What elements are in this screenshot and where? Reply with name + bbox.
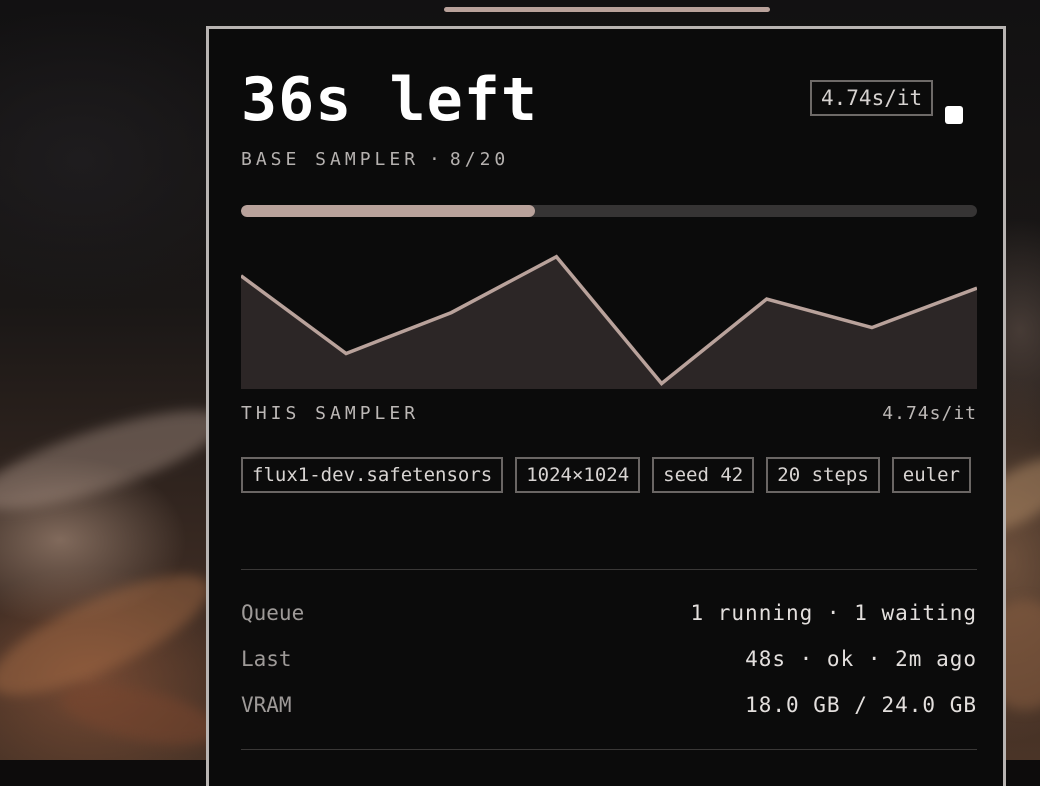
generation-progress-card: 36s left 4.74s/it BASE SAMPLER·8/20 THIS… (206, 26, 1006, 786)
sampler-speed-area (241, 257, 977, 389)
stats-divider-top (241, 569, 977, 570)
stats-row-last: Last 48s · ok · 2m ago (241, 644, 977, 674)
sampler-chart-rate: 4.74s/it (882, 403, 977, 424)
model-tags: flux1-dev.safetensors 1024×1024 seed 42 20 … (241, 457, 977, 493)
stage-label: BASE SAMPLER·8/20 (241, 149, 509, 170)
stage-name: BASE SAMPLER (241, 149, 419, 170)
stats-row-vram: VRAM 18.0 GB / 24.0 GB (241, 690, 977, 720)
stage-separator: · (419, 149, 450, 170)
stats-divider-bottom (241, 749, 977, 750)
sampler-chart-label: THIS SAMPLER (241, 403, 419, 424)
stats-row-queue: Queue 1 running · 1 waiting (241, 598, 977, 628)
sampler-speed-chart (241, 239, 977, 389)
progress-bar-fill (241, 205, 535, 217)
mouse-cursor (945, 106, 963, 124)
stats-key: Last (241, 644, 292, 674)
eta-heading: 36s left (241, 65, 538, 135)
stats-value: 48s · ok · 2m ago (745, 644, 977, 674)
tag-chip: 1024×1024 (515, 457, 640, 493)
tag-chip: euler (892, 457, 971, 493)
tag-chip: 20 steps (766, 457, 880, 493)
stage-count: 8/20 (450, 149, 509, 170)
stats-value: 1 running · 1 waiting (690, 598, 977, 628)
tag-chip: flux1-dev.safetensors (241, 457, 503, 493)
rate-badge: 4.74s/it (810, 80, 933, 116)
tag-chip: seed 42 (652, 457, 754, 493)
progress-bar (241, 205, 977, 217)
stats-key: Queue (241, 598, 304, 628)
stats-value: 18.0 GB / 24.0 GB (745, 690, 977, 720)
active-tab-indicator (444, 7, 770, 12)
stats-key: VRAM (241, 690, 292, 720)
